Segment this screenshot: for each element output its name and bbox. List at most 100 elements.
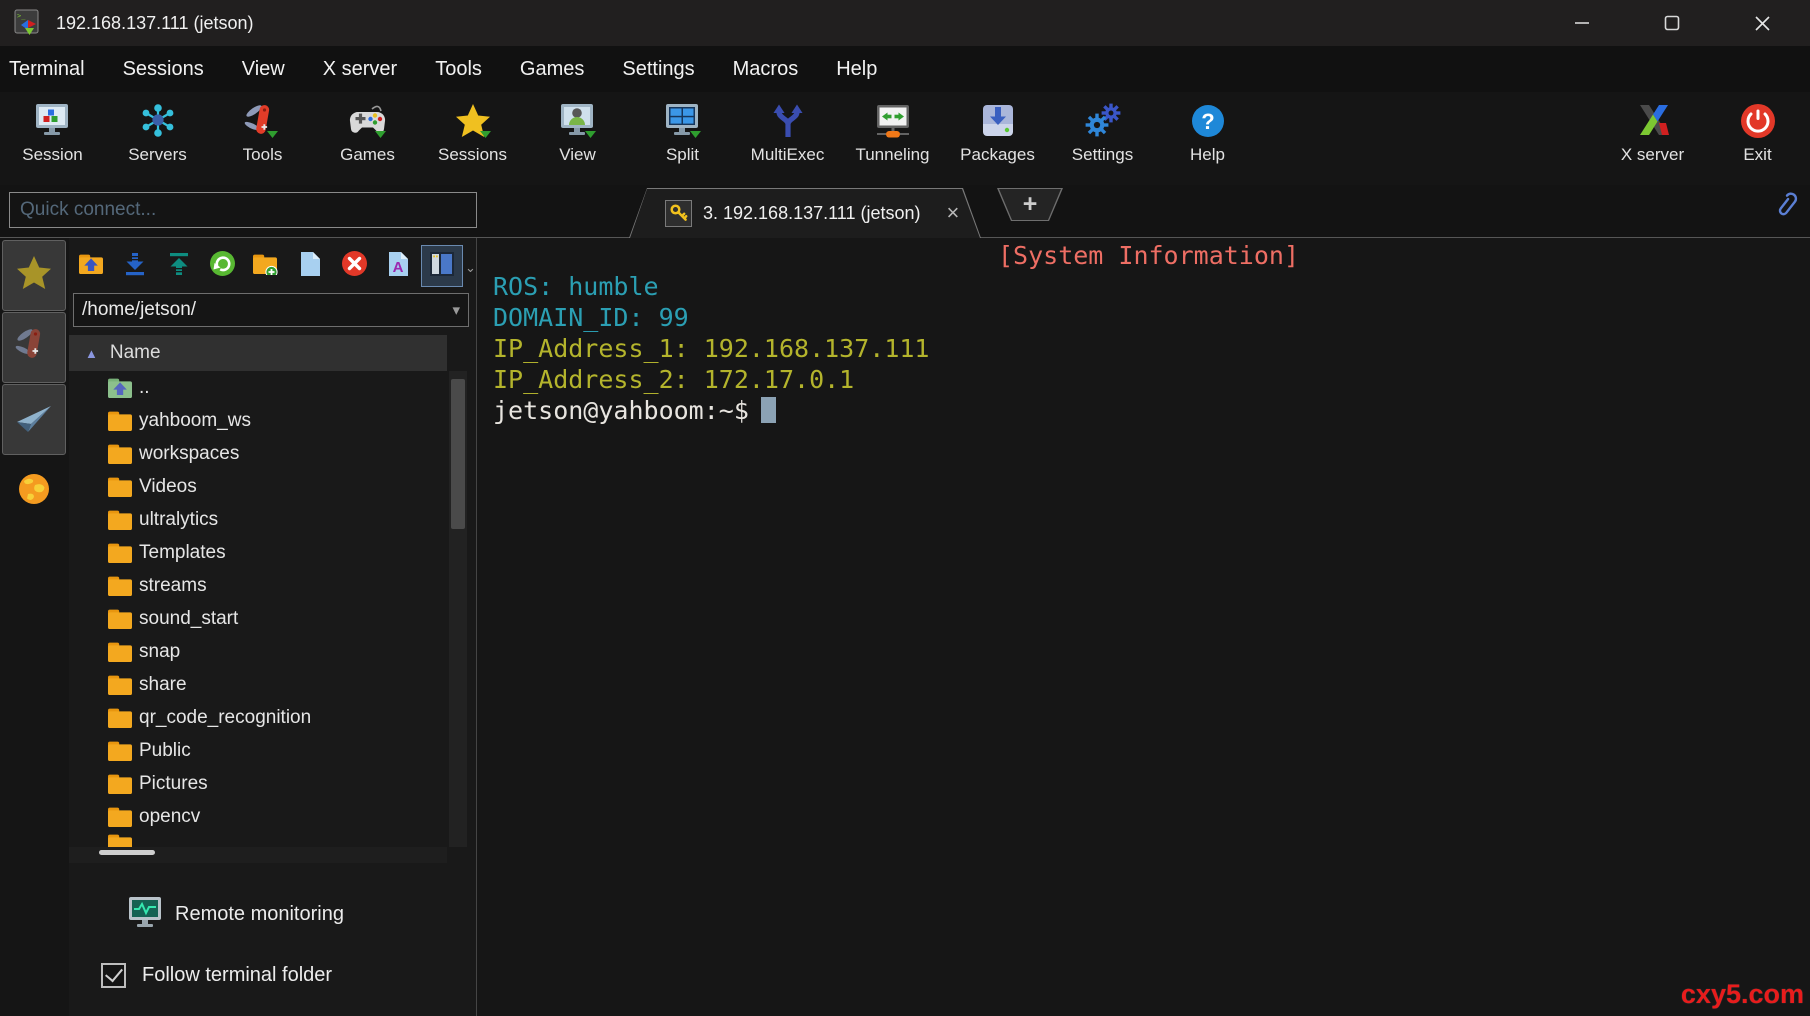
refresh-button[interactable]	[207, 251, 237, 281]
dual-pane-button[interactable]	[427, 251, 457, 281]
new-file-button[interactable]	[295, 251, 325, 281]
vertical-scrollbar-thumb[interactable]	[451, 379, 465, 529]
toolbar-packages-button[interactable]: Packages	[945, 92, 1050, 185]
rail-tab-sftp[interactable]	[2, 456, 66, 527]
toolbar-label: Tunneling	[855, 145, 930, 164]
toolbar-view-button[interactable]: View	[525, 92, 630, 185]
menu-item-games[interactable]: Games	[520, 58, 584, 81]
folder-icon	[107, 509, 133, 531]
menu-item-view[interactable]: View	[242, 58, 285, 81]
menu-item-help[interactable]: Help	[836, 58, 877, 81]
file-name: yahboom_ws	[139, 409, 251, 431]
folder-icon	[107, 476, 133, 498]
file-row-parent-dir[interactable]: ..	[69, 371, 447, 404]
sftp-globe-icon	[15, 470, 53, 513]
key-icon	[665, 199, 692, 227]
rename-icon: A	[386, 251, 410, 282]
toolbar-help-button[interactable]: ? Help	[1155, 92, 1260, 185]
toolbar-tunneling-button[interactable]: Tunneling	[840, 92, 945, 185]
file-row-templates[interactable]: Templates	[69, 536, 447, 569]
title-bar: >_ 192.168.137.111 (jetson)	[0, 0, 1810, 46]
toolbar-label: Servers	[128, 145, 187, 164]
maximize-button[interactable]	[1642, 0, 1702, 46]
tab-close-icon[interactable]: ×	[947, 202, 960, 224]
toolbar-split-button[interactable]: Split	[630, 92, 735, 185]
horizontal-scrollbar-thumb[interactable]	[99, 850, 155, 855]
file-row-clipped[interactable]	[69, 833, 447, 847]
file-row-opencv[interactable]: opencv	[69, 800, 447, 833]
terminal-area[interactable]: [System Information] ROS: humble DOMAIN_ID…	[477, 238, 1810, 1016]
split-screen-icon	[663, 99, 703, 143]
new-folder-button[interactable]	[250, 251, 280, 281]
folder-icon	[107, 806, 133, 828]
file-row-snap[interactable]: snap	[69, 635, 447, 668]
download-button[interactable]	[120, 251, 150, 281]
file-row-qr-code-recognition[interactable]: qr_code_recognition	[69, 701, 447, 734]
toolbar-x-server-button[interactable]: X server	[1600, 92, 1705, 185]
file-row-videos[interactable]: Videos	[69, 470, 447, 503]
file-row-ultralytics[interactable]: ultralytics	[69, 503, 447, 536]
upload-icon	[166, 251, 192, 282]
file-row-workspaces[interactable]: workspaces	[69, 437, 447, 470]
follow-terminal-folder-checkbox[interactable]	[101, 962, 126, 988]
folder-up-button[interactable]	[76, 251, 106, 281]
file-row-share[interactable]: share	[69, 668, 447, 701]
file-row-streams[interactable]: streams	[69, 569, 447, 602]
menu-item-terminal[interactable]: Terminal	[9, 58, 85, 81]
menu-item-sessions[interactable]: Sessions	[123, 58, 204, 81]
file-row-yahboom-ws[interactable]: yahboom_ws	[69, 404, 447, 437]
new-tab-button[interactable]: +	[997, 188, 1063, 221]
minimize-button[interactable]	[1552, 0, 1612, 46]
terminal-line-3: IP_Address_1: 192.168.137.111	[493, 334, 930, 363]
follow-terminal-folder-option: Follow terminal folder	[101, 958, 332, 992]
monitor-pulse-icon	[125, 895, 165, 934]
download-icon	[122, 251, 148, 282]
svg-text:>_: >_	[17, 12, 26, 20]
toolbar-exit-button[interactable]: Exit	[1705, 92, 1810, 185]
rail-tab-tools[interactable]	[2, 312, 66, 383]
rail-tab-sessions[interactable]	[2, 240, 66, 311]
terminal-line-5: jetson@yahboom:~$	[493, 395, 1804, 426]
toolbar-label: X server	[1620, 145, 1685, 164]
toolbar-label: Session	[22, 145, 83, 164]
toolbar-overflow-chevron[interactable]: ⌄	[465, 260, 476, 276]
toolbar-games-button[interactable]: Games	[315, 92, 420, 185]
folder-icon	[107, 608, 133, 630]
toolbar-multiexec-button[interactable]: MultiExec	[735, 92, 840, 185]
new-folder-icon	[252, 253, 278, 280]
toolbar-sessions-button[interactable]: Sessions	[420, 92, 525, 185]
packages-drive-icon	[979, 99, 1017, 143]
folder-icon	[107, 410, 133, 432]
terminal-cursor	[760, 397, 776, 423]
horizontal-scrollbar[interactable]	[69, 847, 447, 863]
remote-monitoring-button[interactable]: Remote monitoring	[125, 890, 344, 938]
toolbar-tools-button[interactable]: Tools	[210, 92, 315, 185]
name-column-header[interactable]: ▲ Name	[69, 335, 447, 371]
delete-button[interactable]	[339, 251, 369, 281]
folder-icon	[107, 707, 133, 729]
toolbar-servers-button[interactable]: Servers	[105, 92, 210, 185]
vertical-scrollbar[interactable]	[449, 371, 467, 847]
upload-button[interactable]	[164, 251, 194, 281]
toolbar-settings-button[interactable]: Settings	[1050, 92, 1155, 185]
rename-button[interactable]: A	[383, 251, 413, 281]
file-row-public[interactable]: Public	[69, 734, 447, 767]
paperclip-icon[interactable]	[1772, 189, 1800, 226]
menu-item-settings[interactable]: Settings	[622, 58, 694, 81]
menu-item-tools[interactable]: Tools	[435, 58, 482, 81]
menu-item-x-server[interactable]: X server	[323, 58, 397, 81]
tab-active-session[interactable]: 3. 192.168.137.111 (jetson) ×	[629, 188, 981, 238]
menu-item-macros[interactable]: Macros	[733, 58, 799, 81]
svg-text:A: A	[393, 259, 404, 276]
toolbar-session-button[interactable]: Session	[0, 92, 105, 185]
toolbar-label: Exit	[1743, 145, 1772, 164]
rail-tab-macros[interactable]	[2, 384, 66, 455]
file-row-pictures[interactable]: Pictures	[69, 767, 447, 800]
file-row-sound-start[interactable]: sound_start	[69, 602, 447, 635]
file-name: snap	[139, 640, 181, 662]
close-button[interactable]	[1732, 0, 1792, 46]
terminal-line-0: [System Information]	[997, 241, 1300, 270]
quick-connect-input[interactable]	[9, 192, 477, 228]
side-rail	[0, 238, 69, 1016]
path-dropdown[interactable]: /home/jetson/ ▾	[73, 293, 469, 327]
